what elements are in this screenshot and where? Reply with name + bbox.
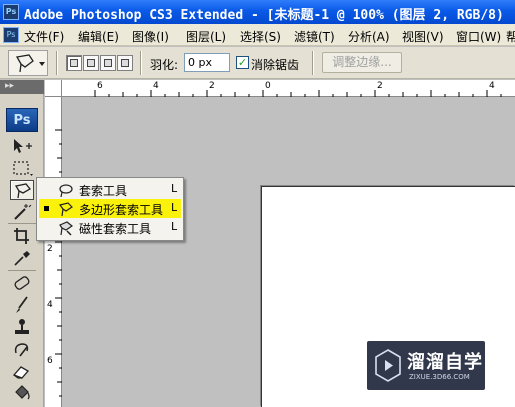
lasso-tool[interactable] xyxy=(10,180,34,200)
crop-icon xyxy=(14,228,29,244)
subtract-selection-icon xyxy=(104,59,112,67)
new-selection-button[interactable] xyxy=(66,55,82,71)
collapse-arrows-icon: ▸▸ xyxy=(5,81,15,91)
stamp-icon xyxy=(15,319,29,334)
ruler-label: 4 xyxy=(47,300,53,310)
magic-wand-icon xyxy=(14,204,32,220)
rectangular-marquee-icon xyxy=(13,161,33,176)
horizontal-ruler-ticks xyxy=(94,90,502,97)
toolbox-grip[interactable]: ▸▸ xyxy=(0,80,44,94)
add-to-selection-button[interactable] xyxy=(83,55,99,71)
paint-bucket-icon xyxy=(15,385,30,400)
flyout-item-magnetic-lasso[interactable]: 磁性套索工具 L xyxy=(39,218,181,237)
watermark-text: 溜溜自学 xyxy=(407,352,483,373)
menu-help[interactable]: 帮 xyxy=(506,28,515,45)
ruler-label: 4 xyxy=(153,81,159,91)
menu-view[interactable]: 视图(V) xyxy=(402,28,444,45)
marquee-tool[interactable] xyxy=(10,158,34,178)
document-menu-icon[interactable]: Ps xyxy=(3,27,19,43)
window-title-bar: Ps Adobe Photoshop CS3 Extended - [未标题-1… xyxy=(0,0,515,24)
lasso-tool-flyout: 套索工具 L 多边形套索工具 L 磁性套索工具 L xyxy=(36,177,184,241)
options-separator xyxy=(140,51,142,75)
intersect-selection-button[interactable] xyxy=(117,55,133,71)
history-brush-tool[interactable] xyxy=(10,339,34,359)
subtract-from-selection-button[interactable] xyxy=(100,55,116,71)
eyedropper-tool[interactable] xyxy=(10,248,34,268)
brush-icon xyxy=(16,296,28,313)
vertical-ruler[interactable]: 0 2 4 6 xyxy=(45,80,62,407)
ruler-label: 0 xyxy=(265,81,271,91)
eyedropper-icon xyxy=(14,251,30,266)
ruler-origin[interactable] xyxy=(45,80,62,97)
window-title: Adobe Photoshop CS3 Extended - [未标题-1 @ … xyxy=(24,8,504,23)
polygonal-lasso-icon xyxy=(58,202,73,217)
refine-edge-button[interactable]: 调整边缘... xyxy=(322,52,402,73)
tool-preset-picker[interactable] xyxy=(8,50,48,76)
magnetic-lasso-icon xyxy=(59,221,74,236)
magic-wand-tool[interactable] xyxy=(10,202,34,222)
toolbox-panel: ▸▸ Ps xyxy=(0,80,44,407)
menu-window[interactable]: 窗口(W) xyxy=(456,28,501,45)
feather-label: 羽化: xyxy=(150,58,179,72)
lasso-icon xyxy=(59,184,73,198)
move-tool[interactable] xyxy=(10,136,34,156)
flyout-item-label: 磁性套索工具 xyxy=(79,222,152,236)
add-selection-icon xyxy=(87,59,95,67)
menu-image[interactable]: 图像(I) xyxy=(132,28,169,45)
menu-edit[interactable]: 编辑(E) xyxy=(78,28,119,45)
menu-bar: Ps 文件(F) 编辑(E) 图像(I) 图层(L) 选择(S) 滤镜(T) 分… xyxy=(0,24,515,46)
polygonal-lasso-icon xyxy=(14,183,31,199)
menu-select[interactable]: 选择(S) xyxy=(240,28,281,45)
toolbox-separator xyxy=(8,270,36,271)
options-separator xyxy=(312,51,314,75)
ruler-label: 6 xyxy=(97,81,103,91)
horizontal-ruler[interactable]: 6 4 2 0 2 4 xyxy=(45,80,515,97)
flyout-item-shortcut: L xyxy=(171,182,178,195)
play-logo-icon xyxy=(375,349,401,382)
toolbox-separator xyxy=(8,223,36,224)
new-selection-icon xyxy=(70,59,78,67)
photoshop-app-icon[interactable]: Ps xyxy=(3,4,19,20)
menu-layer[interactable]: 图层(L) xyxy=(186,28,226,45)
options-separator xyxy=(56,51,58,75)
paint-bucket-tool[interactable] xyxy=(10,383,34,403)
menu-file[interactable]: 文件(F) xyxy=(24,28,64,45)
flyout-item-label: 套索工具 xyxy=(79,184,128,198)
polygonal-lasso-icon xyxy=(15,54,45,73)
ruler-label: 2 xyxy=(47,244,53,254)
options-bar: 羽化: 0 px ✓ 消除锯齿 调整边缘... xyxy=(0,47,515,79)
ruler-label: 2 xyxy=(377,81,383,91)
brush-tool[interactable] xyxy=(10,295,34,315)
flyout-item-lasso[interactable]: 套索工具 L xyxy=(39,180,181,199)
watermark-url: ZIXUE.3D66.COM xyxy=(409,373,470,381)
flyout-item-shortcut: L xyxy=(171,220,178,233)
healing-brush-tool[interactable] xyxy=(10,273,34,293)
intersect-selection-icon xyxy=(121,59,129,67)
crop-tool[interactable] xyxy=(10,226,34,246)
history-brush-icon xyxy=(14,343,29,357)
menu-analysis[interactable]: 分析(A) xyxy=(348,28,390,45)
flyout-item-shortcut: L xyxy=(171,201,178,214)
eraser-tool[interactable] xyxy=(10,361,34,381)
menu-filter[interactable]: 滤镜(T) xyxy=(294,28,335,45)
watermark: 溜溜自学 ZIXUE.3D66.COM xyxy=(367,341,485,390)
feather-input[interactable]: 0 px xyxy=(184,53,230,72)
bandage-icon xyxy=(14,276,30,290)
ruler-label: 6 xyxy=(47,356,53,366)
anti-alias-checkbox[interactable]: ✓ xyxy=(236,56,249,69)
ruler-label: 4 xyxy=(489,81,495,91)
clone-stamp-tool[interactable] xyxy=(10,317,34,337)
selected-bullet-icon xyxy=(44,206,49,211)
anti-alias-label[interactable]: 消除锯齿 xyxy=(251,56,299,73)
flyout-item-polygonal-lasso[interactable]: 多边形套索工具 L xyxy=(39,199,181,218)
flyout-item-label: 多边形套索工具 xyxy=(79,203,164,217)
move-icon xyxy=(14,139,32,153)
photoshop-logo[interactable]: Ps xyxy=(6,108,38,132)
ruler-label: 2 xyxy=(209,81,215,91)
eraser-icon xyxy=(12,366,30,379)
